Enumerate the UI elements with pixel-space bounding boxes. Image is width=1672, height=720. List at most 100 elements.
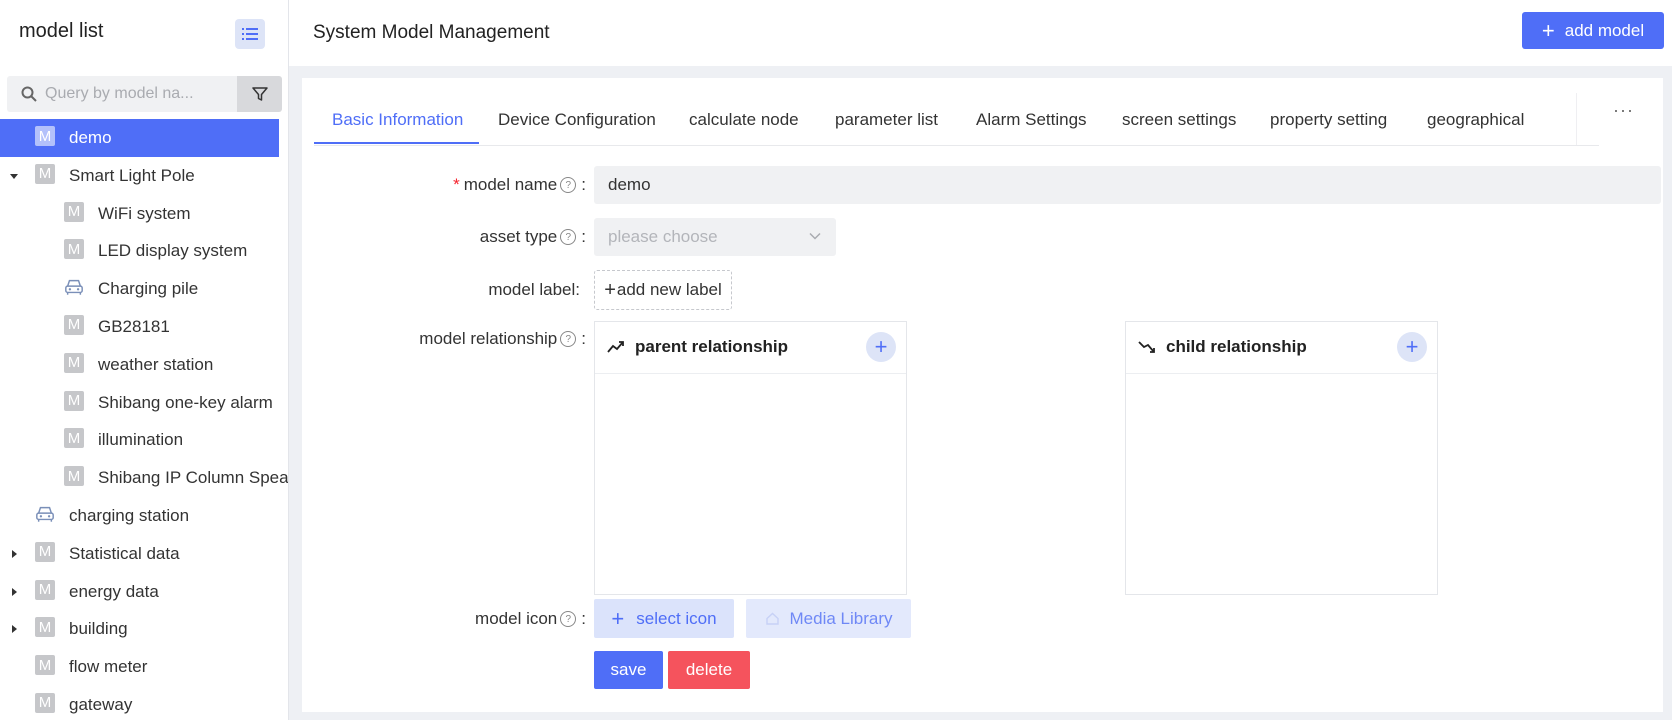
help-icon[interactable]: ?	[560, 229, 577, 245]
filter-icon	[251, 87, 268, 101]
required-asterisk: *	[453, 175, 460, 194]
tree-item[interactable]: M Shibang IP Column Spea	[0, 459, 288, 497]
page-title: System Model Management	[313, 22, 550, 43]
car-icon	[64, 277, 84, 297]
model-name-input[interactable]: demo	[594, 166, 1661, 204]
tree-item-label: GB28181	[98, 316, 170, 336]
tree-item[interactable]: Millumination	[0, 421, 288, 459]
help-icon[interactable]: ?	[560, 177, 577, 193]
plus-icon: +	[611, 605, 625, 631]
tab-overflow-fade	[1576, 93, 1600, 145]
model-icon: M	[64, 239, 84, 260]
sidebar: model list MdemoMSmart Light PoleMWiFi s…	[0, 0, 289, 720]
list-view-toggle-button[interactable]	[235, 19, 265, 49]
media-library-text: Media Library	[789, 608, 893, 628]
add-model-button[interactable]: + add model	[1522, 12, 1664, 49]
tree-item[interactable]: Charging pile	[0, 270, 288, 308]
model-search-input[interactable]	[43, 84, 237, 104]
search-icon	[21, 86, 37, 102]
tab-calculate-node[interactable]: calculate node	[689, 110, 799, 130]
tabs-more-button[interactable]: ···	[1613, 100, 1634, 121]
add-new-label-button[interactable]: + add new label	[594, 270, 732, 310]
tree-item[interactable]: M WiFi system	[0, 195, 288, 233]
sidebar-title: model list	[19, 20, 104, 42]
model-name-label: * model name ? :	[453, 175, 586, 195]
caret-right-icon[interactable]	[9, 549, 19, 559]
asset-type-select[interactable]: please choose	[594, 218, 836, 256]
asset-type-label-text: asset type	[479, 227, 558, 246]
tab-screen-settings[interactable]: screen settings	[1122, 110, 1236, 130]
tab-property-setting[interactable]: property setting	[1270, 110, 1387, 130]
tree-item[interactable]: Mgateway	[0, 686, 288, 720]
caret-right-icon[interactable]	[9, 587, 19, 597]
model-icon: M	[35, 126, 55, 146]
tab-device-configuration[interactable]: Device Configuration	[498, 110, 656, 130]
colon: :	[581, 609, 586, 628]
tree-item[interactable]: M Shibang one-key alarm	[0, 384, 288, 422]
tab-geographical[interactable]: geographical	[1427, 110, 1524, 130]
tree-item[interactable]: Menergy data	[0, 573, 288, 611]
tree-item[interactable]: M LED display system	[0, 232, 288, 270]
model-icon-label-text: model icon	[475, 609, 558, 628]
chevron-down-icon	[809, 232, 821, 240]
child-relationship-panel: child relationship +	[1125, 321, 1438, 595]
tree-item-label: weather station	[98, 354, 214, 374]
tree-item[interactable]: Mweather station	[0, 346, 288, 384]
model-label-label-text: model label	[488, 280, 576, 299]
asset-type-placeholder: please choose	[608, 227, 718, 246]
parent-relationship-panel: parent relationship +	[594, 321, 907, 595]
add-parent-relationship-button[interactable]: +	[866, 332, 896, 362]
help-icon[interactable]: ?	[560, 331, 577, 347]
plus-icon: +	[1541, 17, 1555, 43]
tree-item[interactable]: M Statistical data	[0, 535, 288, 573]
model-relationship-label: model relationship ? :	[419, 329, 586, 349]
list-icon	[242, 28, 258, 40]
model-name-label-text: model name	[463, 175, 558, 194]
filter-button[interactable]	[237, 76, 282, 112]
caret-down-icon[interactable]	[9, 171, 19, 181]
model-icon: M	[35, 617, 55, 638]
tree-item-label: charging station	[69, 505, 190, 525]
parent-relationship-header: parent relationship +	[595, 322, 906, 374]
tree-item-label: LED display system	[98, 241, 248, 261]
colon: :	[581, 329, 586, 348]
model-detail-card: Basic Information Device Configuration c…	[302, 78, 1663, 712]
save-button[interactable]: save	[594, 651, 663, 689]
tab-basic-information[interactable]: Basic Information	[332, 110, 463, 130]
asset-type-label: asset type ? :	[480, 227, 586, 247]
page-header: System Model Management + add model	[289, 0, 1672, 66]
tree-item[interactable]: M Smart Light Pole	[0, 157, 288, 195]
model-icon: M	[64, 201, 84, 222]
add-model-label: add model	[1564, 20, 1645, 40]
model-label-label: model label :	[488, 280, 580, 300]
model-icon: M	[64, 466, 84, 487]
active-tab-indicator	[314, 142, 479, 144]
model-icon: M	[64, 314, 84, 335]
media-library-button[interactable]: Media Library	[746, 599, 911, 638]
tree-item-label: Shibang one-key alarm	[98, 392, 273, 412]
delete-button[interactable]: delete	[668, 651, 750, 689]
help-icon[interactable]: ?	[560, 611, 577, 627]
app-root: model list MdemoMSmart Light PoleMWiFi s…	[0, 0, 1672, 720]
tree-item-label: Smart Light Pole	[69, 165, 195, 185]
tab-bar: Basic Information Device Configuration c…	[314, 93, 1600, 146]
tree-item[interactable]: Mbuilding	[0, 610, 288, 648]
model-icon: M	[64, 428, 84, 449]
colon: :	[575, 280, 580, 299]
tab-parameter-list[interactable]: parameter list	[835, 110, 938, 130]
add-child-relationship-button[interactable]: +	[1397, 332, 1427, 362]
tree-item-label: illumination	[98, 430, 184, 450]
caret-right-icon[interactable]	[9, 624, 19, 634]
tab-alarm-settings[interactable]: Alarm Settings	[976, 110, 1087, 130]
select-icon-text: select icon	[636, 608, 717, 628]
tree-item[interactable]: Mdemo	[0, 119, 279, 157]
select-icon-button[interactable]: + select icon	[594, 599, 734, 638]
tree-item[interactable]: M GB28181	[0, 308, 288, 346]
child-relationship-title: child relationship	[1166, 337, 1307, 356]
tree-item[interactable]: charging station	[0, 497, 288, 535]
home-icon	[765, 612, 779, 625]
model-icon: M	[35, 579, 55, 600]
model-icon: M	[64, 352, 84, 373]
tree-item[interactable]: Mflow meter	[0, 648, 288, 686]
model-relationship-label-text: model relationship	[419, 329, 558, 348]
